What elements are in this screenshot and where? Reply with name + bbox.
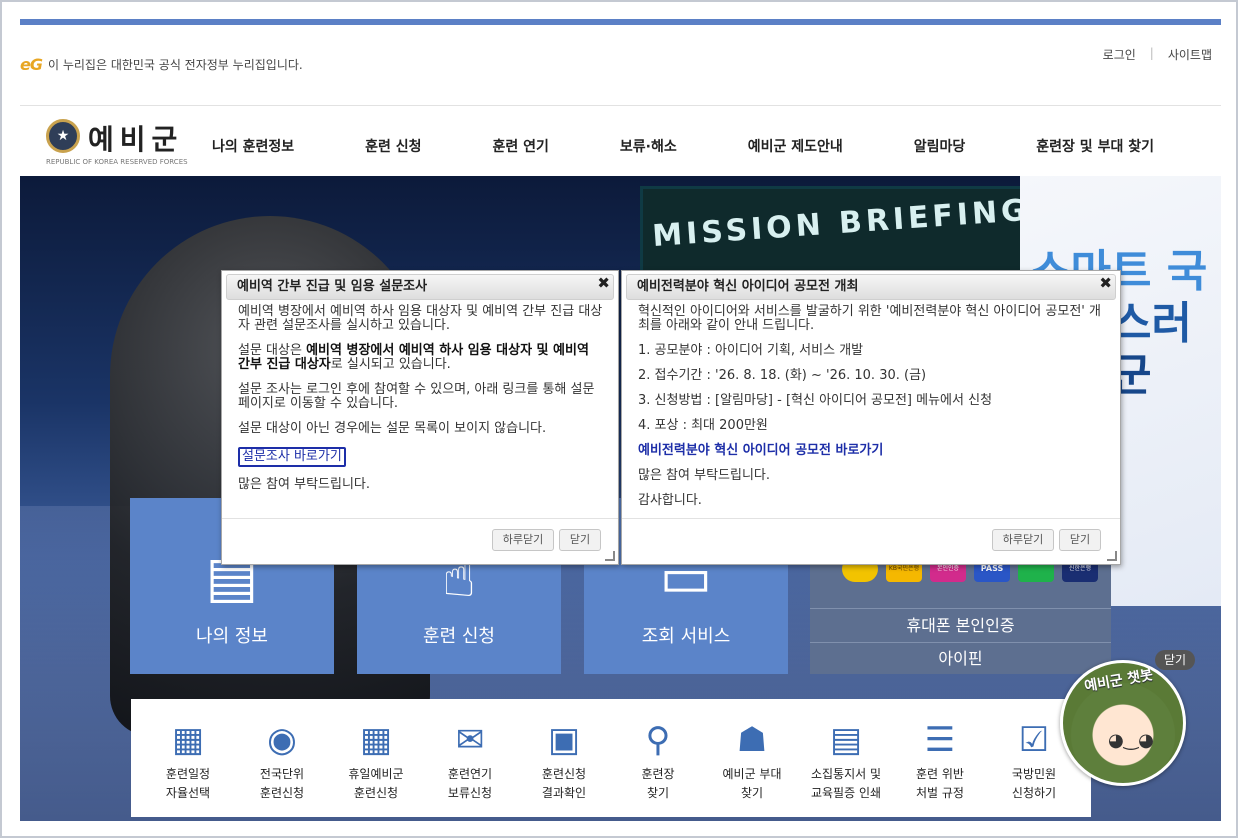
survey-popup: 예비역 간부 진급 및 임용 설문조사 ✖ 예비역 병장에서 예비역 하사 임용…: [221, 270, 619, 565]
service-label: 조회 서비스: [641, 626, 731, 647]
gov-banner: eG 이 누리집은 대한민국 공식 전자정부 누리집입니다.: [20, 52, 303, 76]
popup-text: 많은 참여 부탁드립니다.: [638, 468, 770, 483]
popup-list-item: 2. 접수기간 : '26. 8. 18. (화) ~ '26. 10. 30.…: [638, 368, 927, 383]
popup-footer: 하루닫기 닫기: [622, 518, 1120, 564]
quick-print-notice[interactable]: ▤ 소집통지서 및 교육필증 인쇄: [801, 715, 891, 817]
quick-label: 휴일예비군 훈련신청: [348, 767, 404, 800]
popup-close-button[interactable]: 닫기: [1059, 529, 1101, 551]
calendar-icon: ▦: [171, 720, 205, 760]
quick-label: 소집통지서 및 교육필증 인쇄: [810, 767, 882, 800]
quick-postpone-apply[interactable]: ✉ 훈련연기 보류신청: [425, 715, 515, 817]
close-icon[interactable]: ✖: [1099, 275, 1112, 291]
popup-text: 감사합니다.: [638, 493, 702, 508]
header-divider: [20, 105, 1221, 106]
id-card-icon: ▣: [547, 720, 581, 760]
popup-text-post: 로 실시되고 있습니다.: [330, 357, 451, 372]
popup-text: 설문 대상이 아닌 경우에는 설문 목록이 보이지 않습니다.: [238, 421, 547, 436]
nav-my-training[interactable]: 나의 훈련정보: [198, 132, 308, 160]
mail-icon: ✉: [455, 720, 485, 760]
people-group-icon: ☗: [736, 720, 768, 760]
popup-list-item: 1. 공모분야 : 아이디어 기획, 서비스 개발: [638, 343, 864, 358]
nav-training-postpone[interactable]: 훈련 연기: [479, 132, 563, 160]
nav-hold-release[interactable]: 보류·해소: [606, 132, 691, 160]
quick-label: 훈련일정 자율선택: [165, 767, 211, 800]
close-today-button[interactable]: 하루닫기: [992, 529, 1054, 551]
close-today-button[interactable]: 하루닫기: [492, 529, 554, 551]
popup-close-button[interactable]: 닫기: [559, 529, 601, 551]
quick-schedule-select[interactable]: ▦ 훈련일정 자율선택: [143, 715, 233, 817]
top-accent-bar: [20, 19, 1221, 25]
emblem-icon: ★: [46, 119, 80, 153]
quick-label: 훈련 위반 처벌 규정: [916, 767, 964, 800]
popup-title: 예비역 간부 진급 및 임용 설문조사: [226, 274, 614, 300]
globe-user-icon: ◉: [267, 720, 297, 760]
popup-text: 설문 대상은 예비역 병장에서 예비역 하사 임용 대상자 및 예비역 간부 진…: [238, 344, 604, 372]
calendar-search-icon: ▦: [359, 720, 393, 760]
phone-auth-button[interactable]: 휴대폰 본인인증: [810, 608, 1111, 642]
quick-find-range[interactable]: ⚲ 훈련장 찾기: [613, 715, 703, 817]
popup-footer: 하루닫기 닫기: [222, 518, 618, 564]
quick-menu: ▦ 훈련일정 자율선택 ◉ 전국단위 훈련신청 ▦ 휴일예비군 훈련신청 ✉ 훈련연기 …: [131, 699, 1091, 817]
egov-logo: eG: [20, 54, 43, 74]
quick-label: 전국단위 훈련신청: [259, 767, 305, 800]
utility-nav: 로그인 | 사이트맵: [1103, 46, 1212, 63]
popup-body: 혁신적인 아이디어와 서비스를 발굴하기 위한 '예비전력분야 혁신 아이디어 …: [638, 305, 1106, 519]
contest-link[interactable]: 예비전력분야 혁신 아이디어 공모전 바로가기: [638, 443, 883, 458]
logo-subtitle: REPUBLIC OF KOREA RESERVED FORCES: [46, 158, 188, 166]
nav-training-apply[interactable]: 훈련 신청: [351, 132, 435, 160]
popup-text: 혁신적인 아이디어와 서비스를 발굴하기 위한 '예비전력분야 혁신 아이디어 …: [638, 304, 1101, 333]
popup-body: 예비역 병장에서 예비역 하사 임용 대상자 및 예비역 간부 진급 대상자 관…: [238, 305, 604, 503]
quick-label: 훈련장 찾기: [641, 767, 675, 800]
login-link[interactable]: 로그인: [1103, 46, 1136, 63]
page-frame: eG 이 누리집은 대한민국 공식 전자정부 누리집입니다. 로그인 | 사이트…: [0, 0, 1238, 838]
popup-link-row: 예비전력분야 혁신 아이디어 공모전 바로가기: [638, 444, 1106, 458]
popup-list-item: 4. 포상 : 최대 200만원: [638, 418, 768, 433]
popup-text: 많은 참여 부탁드립니다.: [238, 477, 370, 492]
popup-text: 설문 조사는 로그인 후에 참여할 수 있으며, 아래 링크를 통해 설문 페이…: [238, 382, 595, 411]
popup-text: 예비역 병장에서 예비역 하사 임용 대상자 및 예비역 간부 진급 대상자 관…: [238, 304, 603, 333]
popup-link-row: 설문조사 바로가기: [238, 447, 604, 467]
util-divider: |: [1149, 46, 1154, 60]
teacher-board-icon: ☰: [924, 720, 956, 760]
logo-title: 예비군: [88, 123, 184, 156]
quick-holiday-apply[interactable]: ▦ 휴일예비군 훈련신청: [331, 715, 421, 817]
nav-system-guide[interactable]: 예비군 제도안내: [734, 132, 857, 160]
quick-label: 국방민원 신청하기: [1011, 767, 1057, 800]
quick-label: 예비군 부대 찾기: [722, 767, 782, 800]
popup-list-item: 3. 신청방법 : [알림마당] - [혁신 아이디어 공모전] 메뉴에서 신청: [638, 393, 993, 408]
popup-text-pre: 설문 대상은: [238, 343, 307, 358]
printer-icon: ▤: [829, 720, 863, 760]
ipin-button[interactable]: 아이핀: [810, 642, 1111, 674]
service-label: 훈련 신청: [423, 626, 495, 647]
resize-grip-icon[interactable]: [1107, 551, 1117, 561]
chatbot-face-icon: ◕‿◕: [1108, 730, 1154, 751]
quick-result-check[interactable]: ▣ 훈련신청 결과확인: [519, 715, 609, 817]
resize-grip-icon[interactable]: [605, 551, 615, 561]
contest-popup: 예비전력분야 혁신 아이디어 공모전 개최 ✖ 혁신적인 아이디어와 서비스를 …: [621, 270, 1121, 565]
nav-notice[interactable]: 알림마당: [900, 132, 980, 160]
quick-violation-rules[interactable]: ☰ 훈련 위반 처벌 규정: [895, 715, 985, 817]
gov-banner-text: 이 누리집은 대한민국 공식 전자정부 누리집입니다.: [47, 57, 303, 72]
service-label: 나의 정보: [196, 626, 268, 647]
sitemap-link[interactable]: 사이트맵: [1168, 46, 1212, 63]
quick-label: 훈련신청 결과확인: [541, 767, 587, 800]
quick-national-apply[interactable]: ◉ 전국단위 훈련신청: [237, 715, 327, 817]
quick-find-unit[interactable]: ☗ 예비군 부대 찾기: [707, 715, 797, 817]
popup-title: 예비전력분야 혁신 아이디어 공모전 개최: [626, 274, 1116, 300]
close-icon[interactable]: ✖: [597, 275, 610, 291]
site-logo[interactable]: ★ 예비군 REPUBLIC OF KOREA RESERVED FORCES: [42, 116, 192, 171]
chatbot-close-button[interactable]: 닫기: [1155, 650, 1195, 670]
nav-find-unit[interactable]: 훈련장 및 부대 찾기: [1022, 132, 1168, 160]
quick-label: 훈련연기 보류신청: [447, 767, 493, 800]
survey-link[interactable]: 설문조사 바로가기: [238, 447, 346, 467]
map-pin-icon: ⚲: [645, 720, 671, 760]
main-nav: 나의 훈련정보 훈련 신청 훈련 연기 보류·해소 예비군 제도안내 알림마당 …: [198, 132, 1188, 160]
